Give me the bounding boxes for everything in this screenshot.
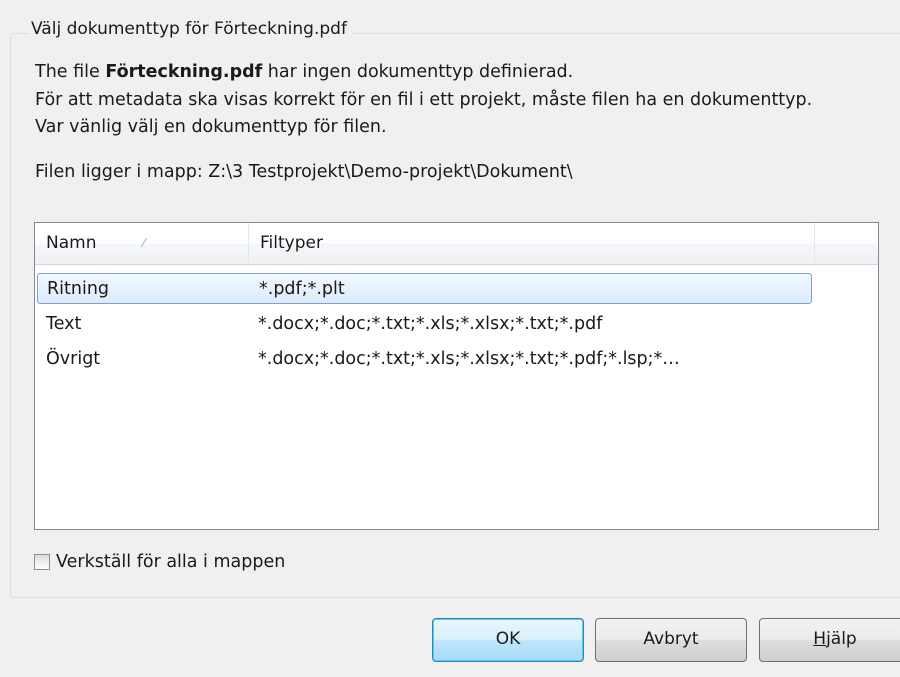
apply-to-all-label[interactable]: Verkställ för alla i mappen	[56, 552, 285, 572]
file-name: Förteckning.pdf	[105, 62, 263, 82]
list-item[interactable]: Ritning *.pdf;*.plt	[37, 273, 812, 304]
help-mnemonic: H	[813, 629, 827, 649]
column-header-filler	[815, 223, 878, 264]
list-item-namn: Text	[46, 314, 82, 334]
message-line-1: The file Förteckning.pdf har ingen dokum…	[35, 62, 573, 82]
document-type-list[interactable]: Namn ⁄ Filtyper Ritning *.pdf;*.plt Text…	[34, 222, 879, 530]
list-item-filtyper: *.docx;*.doc;*.txt;*.xls;*.xlsx;*.txt;*.…	[258, 349, 680, 369]
message-prefix: The file	[35, 62, 106, 82]
list-item[interactable]: Övrigt *.docx;*.doc;*.txt;*.xls;*.xlsx;*…	[37, 344, 812, 375]
message-line-3: Var vänlig välj en dokumenttyp för filen…	[35, 117, 387, 137]
message-suffix: har ingen dokumenttyp definierad.	[262, 62, 574, 82]
apply-to-all-checkbox-row[interactable]: Verkställ för alla i mappen	[34, 551, 285, 573]
column-header-filtyper[interactable]: Filtyper	[249, 223, 815, 264]
column-header-namn-label: Namn	[46, 233, 97, 253]
message-line-2: För att metadata ska visas korrekt för e…	[35, 90, 813, 110]
list-item-filtyper: *.pdf;*.plt	[259, 279, 345, 299]
help-label-rest: jälp	[826, 629, 857, 649]
folder-path-label: Filen ligger i mapp: Z:\3 Testprojekt\De…	[35, 162, 573, 182]
cancel-button[interactable]: Avbryt	[595, 618, 747, 662]
list-item-namn: Övrigt	[46, 349, 101, 369]
sort-ascending-icon: ⁄	[143, 236, 146, 250]
list-header: Namn ⁄ Filtyper	[35, 223, 878, 265]
help-button[interactable]: Hjälp	[759, 618, 900, 662]
list-item-namn: Ritning	[47, 279, 110, 299]
group-title: Välj dokumenttyp för Förteckning.pdf	[28, 19, 352, 39]
list-item[interactable]: Text *.docx;*.doc;*.txt;*.xls;*.xlsx;*.t…	[37, 309, 812, 340]
apply-to-all-checkbox[interactable]	[34, 554, 50, 570]
ok-button[interactable]: OK	[432, 618, 584, 662]
list-item-filtyper: *.docx;*.doc;*.txt;*.xls;*.xlsx;*.txt;*.…	[258, 314, 603, 334]
choose-document-type-dialog: Välj dokumenttyp för Förteckning.pdf The…	[0, 0, 900, 677]
column-header-namn[interactable]: Namn ⁄	[35, 223, 249, 264]
